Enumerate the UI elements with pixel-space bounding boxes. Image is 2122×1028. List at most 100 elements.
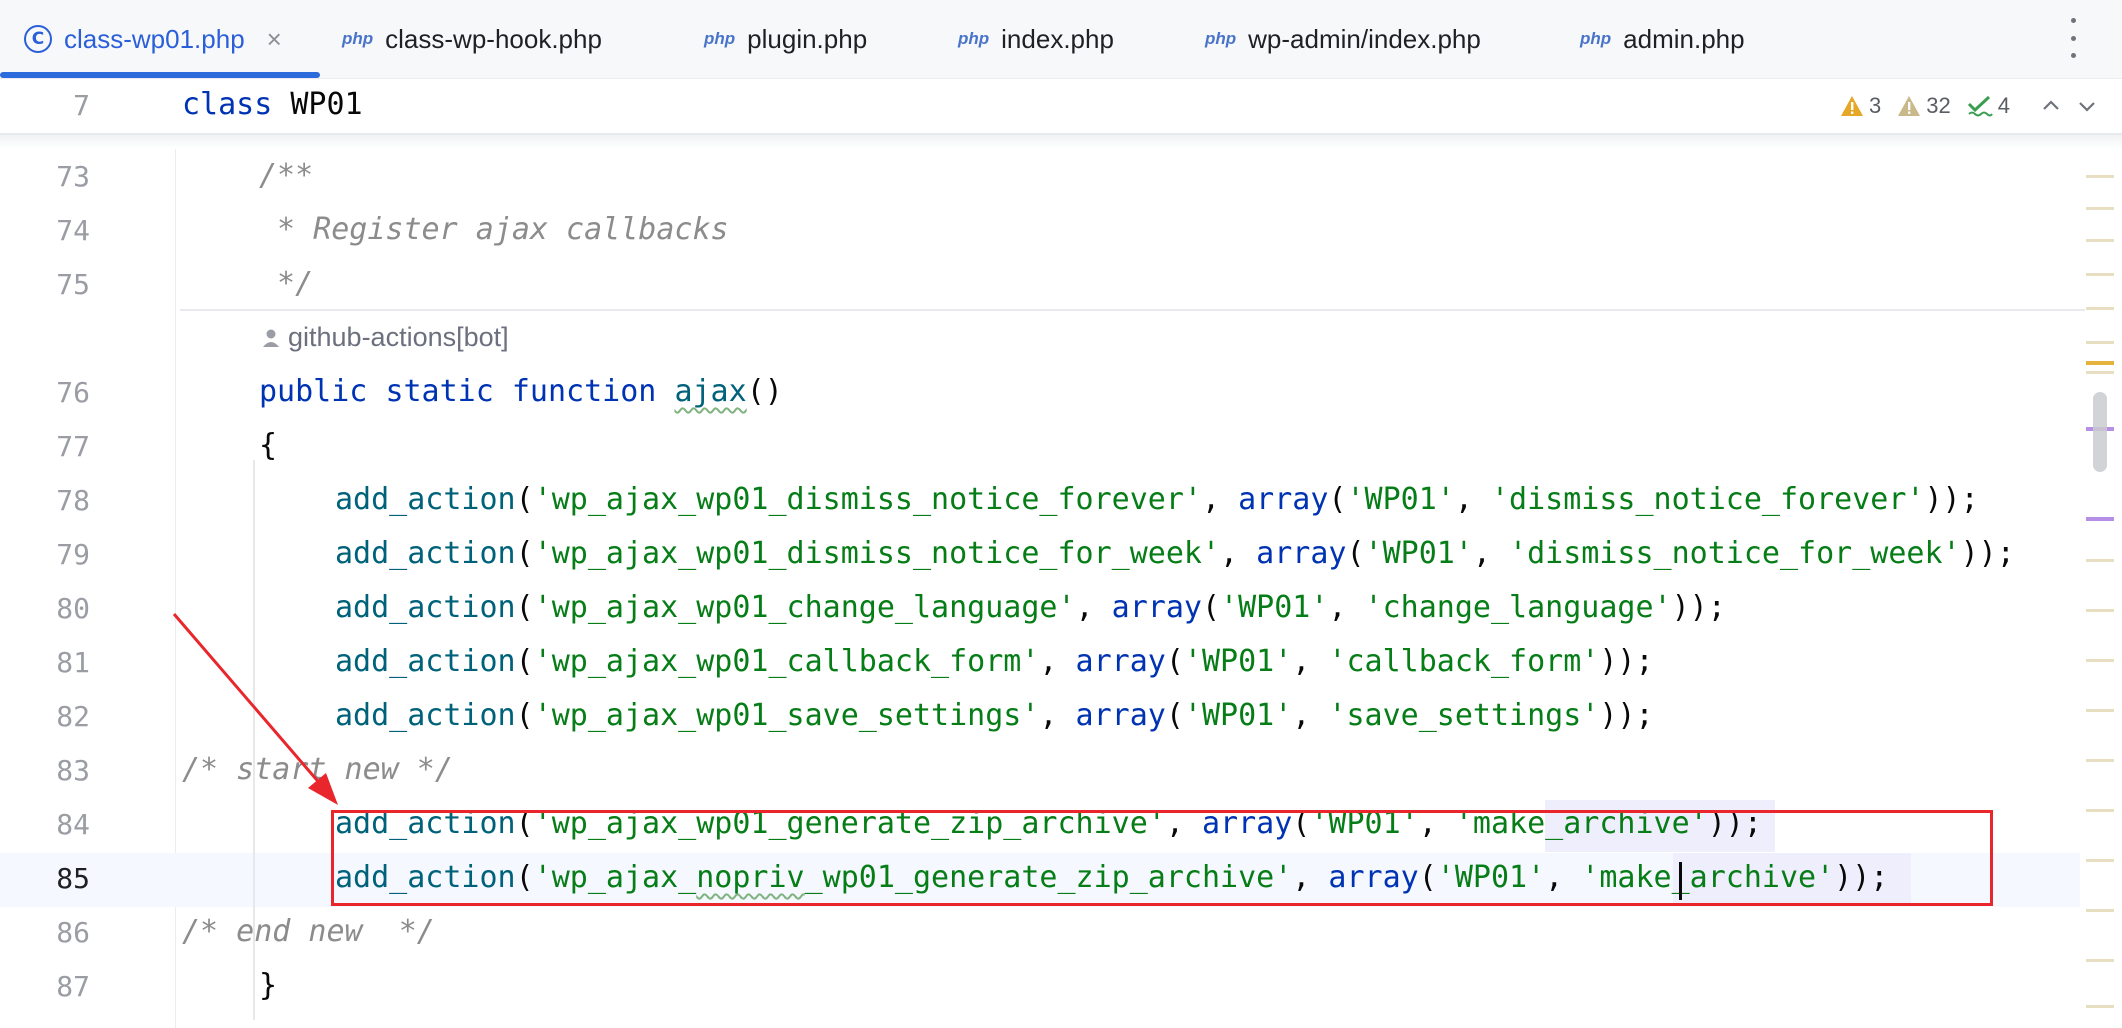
- code-line-77[interactable]: {: [259, 428, 277, 463]
- sticky-shadow: [0, 135, 2122, 149]
- stripe-mark[interactable]: [2086, 959, 2114, 962]
- code-line-81[interactable]: add_action('wp_ajax_wp01_callback_form',…: [335, 644, 1654, 679]
- punctuation: ,: [1454, 482, 1491, 517]
- string-literal: 'dismiss_notice_forever': [1490, 482, 1925, 517]
- punctuation: (: [1165, 698, 1184, 733]
- string-literal: 'WP01': [1364, 536, 1473, 571]
- code-author-hint[interactable]: github-actions[bot]: [262, 322, 509, 353]
- keyword: array: [1075, 698, 1166, 733]
- stripe-mark[interactable]: [2086, 239, 2114, 242]
- sticky-code-line: class WP01: [182, 87, 363, 122]
- code-line-73[interactable]: /**: [259, 158, 313, 193]
- chevron-up-icon[interactable]: [2040, 95, 2062, 117]
- code-line-78[interactable]: add_action('wp_ajax_wp01_dismiss_notice_…: [335, 482, 1979, 517]
- punctuation: (: [515, 536, 534, 571]
- line-number: 87: [56, 970, 90, 1003]
- punctuation: ));: [1924, 482, 1979, 517]
- weak-warning-count: 32: [1926, 93, 1951, 118]
- stripe-mark[interactable]: [2086, 809, 2114, 812]
- close-icon[interactable]: ×: [267, 24, 282, 55]
- punctuation: (: [1328, 482, 1347, 517]
- code-line-82[interactable]: add_action('wp_ajax_wp01_save_settings',…: [335, 698, 1654, 733]
- punctuation: ,: [1039, 698, 1076, 733]
- warning-count: 3: [1869, 93, 1882, 118]
- stripe-mark[interactable]: [2086, 609, 2114, 612]
- line-number: 76: [56, 376, 90, 409]
- punctuation: (: [515, 482, 534, 517]
- tab-label: admin.php: [1623, 23, 1745, 54]
- tab-label: class-wp01.php: [64, 23, 245, 54]
- code-line-75[interactable]: */: [259, 266, 313, 301]
- weak-warning-icon: [1898, 96, 1921, 116]
- punctuation: ,: [1328, 590, 1365, 625]
- punctuation: (): [746, 374, 783, 409]
- stripe-mark[interactable]: [2086, 371, 2114, 374]
- code-line-83[interactable]: /* start new */: [182, 752, 453, 787]
- class-name: WP01: [272, 87, 363, 122]
- tab-class-wp01[interactable]: C class-wp01.php ×: [24, 0, 282, 78]
- punctuation: ));: [1671, 590, 1726, 625]
- stripe-mark[interactable]: [2086, 307, 2114, 310]
- weak-warning-count-group[interactable]: 32: [1897, 93, 1951, 119]
- author-name: github-actions[bot]: [288, 322, 509, 352]
- line-number: 83: [56, 754, 90, 787]
- code-line-86[interactable]: /* end new */: [182, 914, 435, 949]
- code-line-74[interactable]: * Register ajax callbacks: [259, 212, 729, 247]
- line-number: 75: [56, 268, 90, 301]
- person-icon: [263, 329, 279, 347]
- sticky-scope-header[interactable]: 7 class WP01: [0, 79, 2122, 135]
- stripe-mark[interactable]: [2086, 1005, 2114, 1008]
- stripe-mark[interactable]: [2086, 175, 2114, 178]
- line-number: 7: [73, 89, 90, 122]
- code-line-87[interactable]: }: [259, 968, 277, 1003]
- stripe-mark[interactable]: [2086, 709, 2114, 712]
- stripe-mark[interactable]: [2086, 341, 2114, 344]
- stripe-mark[interactable]: [2086, 207, 2114, 210]
- line-number: 86: [56, 916, 90, 949]
- chevron-down-icon[interactable]: [2076, 95, 2098, 117]
- tab-class-wp-hook[interactable]: php class-wp-hook.php: [342, 0, 602, 78]
- tab-index[interactable]: php index.php: [958, 0, 1114, 78]
- function-call: add_action: [335, 644, 516, 679]
- typo-check-icon: [1967, 95, 1993, 117]
- punctuation: ,: [1201, 482, 1239, 517]
- stripe-mark[interactable]: [2086, 559, 2114, 562]
- vertical-scrollbar-thumb[interactable]: [2093, 392, 2107, 472]
- more-options-icon[interactable]: [2060, 18, 2086, 58]
- string-literal: 'dismiss_notice_for_week': [1509, 536, 1961, 571]
- punctuation: ));: [1960, 536, 2015, 571]
- string-literal: 'wp_ajax_wp01_dismiss_notice_for_week': [533, 536, 1221, 571]
- tab-admin[interactable]: php admin.php: [1580, 0, 1745, 78]
- keyword: array: [1075, 644, 1166, 679]
- string-literal: 'wp_ajax_wp01_callback_form': [533, 644, 1040, 679]
- line-number: 79: [56, 538, 90, 571]
- usage-stripe-mark[interactable]: [2086, 517, 2114, 521]
- punctuation: ,: [1292, 698, 1329, 733]
- tab-plugin[interactable]: php plugin.php: [704, 0, 867, 78]
- tab-wp-admin-index[interactable]: php wp-admin/index.php: [1205, 0, 1481, 78]
- code-line-79[interactable]: add_action('wp_ajax_wp01_dismiss_notice_…: [335, 536, 2082, 571]
- line-number: 80: [56, 592, 90, 625]
- php-file-icon: php: [704, 29, 736, 48]
- function-call: add_action: [335, 590, 516, 625]
- punctuation: ));: [1599, 698, 1654, 733]
- code-line-80[interactable]: add_action('wp_ajax_wp01_change_language…: [335, 590, 1726, 625]
- keyword: public: [259, 374, 368, 409]
- php-file-icon: php: [1205, 29, 1237, 48]
- string-literal: 'WP01': [1220, 590, 1329, 625]
- stripe-mark[interactable]: [2086, 909, 2114, 912]
- tab-label: plugin.php: [747, 23, 868, 54]
- typo-count-group[interactable]: 4: [1967, 93, 2010, 119]
- error-stripe[interactable]: [2082, 149, 2122, 1028]
- code-line-76[interactable]: public static function ajax(): [259, 374, 783, 409]
- string-literal: 'WP01': [1183, 644, 1293, 679]
- stripe-mark[interactable]: [2086, 759, 2114, 762]
- warning-count-group[interactable]: 3: [1840, 93, 1881, 119]
- line-number: 78: [56, 484, 90, 517]
- stripe-mark[interactable]: [2086, 859, 2114, 862]
- warning-stripe-mark[interactable]: [2086, 361, 2114, 365]
- stripe-mark[interactable]: [2086, 273, 2114, 276]
- stripe-mark[interactable]: [2086, 659, 2114, 662]
- inspection-widget[interactable]: 3 32 4: [1832, 88, 2106, 124]
- function-call: add_action: [335, 536, 516, 571]
